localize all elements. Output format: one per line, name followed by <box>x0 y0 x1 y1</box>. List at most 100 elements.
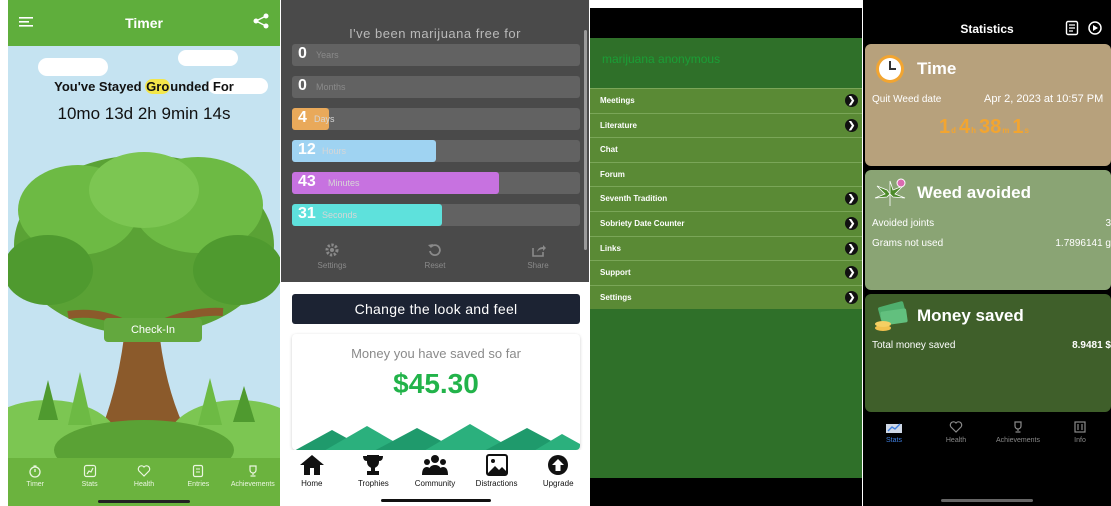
ma-menu-list: Meetings ❯ Literature ❯ Chat Forum Seventh… <box>590 88 862 310</box>
menu-item-chat[interactable]: Chat <box>590 137 862 162</box>
avoided-joints-value: 3 <box>1105 218 1111 229</box>
days-unit: d <box>951 126 957 135</box>
menu-item-literature[interactable]: Literature ❯ <box>590 112 862 138</box>
tab-home[interactable]: Home <box>281 450 343 506</box>
share-icon <box>532 245 546 257</box>
weed-card-title: Weed avoided <box>917 183 1031 202</box>
total-money-value: 8.9481 $ <box>1072 340 1111 351</box>
hours-bar: 12 Hours <box>292 140 580 162</box>
tab-trophies[interactable]: Trophies <box>343 450 405 506</box>
clock-icon <box>876 55 904 83</box>
menu-item-label: Settings <box>600 292 632 302</box>
free-for-title: I've been marijuana free for <box>349 26 521 41</box>
time-card-title: Time <box>917 59 957 78</box>
settings-control[interactable]: Settings <box>297 242 367 270</box>
months-bar: 0 Months <box>292 76 580 98</box>
trophy-icon <box>1014 421 1022 433</box>
tab-distractions[interactable]: Distractions <box>466 450 528 506</box>
reset-label: Reset <box>424 261 446 270</box>
settings-gear-icon[interactable] <box>1087 20 1103 36</box>
money-card-title: Money saved <box>917 306 1024 325</box>
heart-icon <box>137 465 151 477</box>
minutes-digit: 38 <box>979 116 1002 138</box>
scrollbar[interactable] <box>584 30 587 250</box>
hours-digit: 4 <box>959 116 971 138</box>
cloud-decoration <box>178 50 238 66</box>
menu-item-label: Chat <box>600 145 618 155</box>
free-tab-bar: Home Trophies Community Distractions Upg… <box>281 450 589 506</box>
tab-entries[interactable]: Entries <box>171 458 225 506</box>
menu-item-seventh-tradition[interactable]: Seventh Tradition ❯ <box>590 186 862 211</box>
time-elapsed-digits: 1d 4h 38m 1s <box>939 116 1032 139</box>
share-icon[interactable] <box>252 12 270 30</box>
menu-item-label: Links <box>600 243 621 253</box>
info-icon <box>1074 421 1086 433</box>
years-value: 0 <box>298 45 307 62</box>
tab-achievements[interactable]: Achievements <box>226 458 280 506</box>
headline-text-post: unded For <box>170 79 234 94</box>
tab-timer[interactable]: Timer <box>8 458 62 506</box>
total-money-label: Total money saved <box>872 340 956 351</box>
menu-item-label: Seventh Tradition <box>600 194 668 204</box>
tab-label: Community <box>414 479 456 488</box>
days-unit: Days <box>314 114 335 124</box>
tab-info[interactable]: Info <box>1049 418 1111 458</box>
minutes-unit: m <box>1002 126 1010 135</box>
timer-screen: Timer You've Stayed Grounded For 10mo 13… <box>8 0 280 506</box>
headline-text-pre: You've Stayed <box>54 79 146 94</box>
seconds-digit: 1 <box>1012 116 1024 138</box>
share-control[interactable]: Share <box>503 242 573 270</box>
menu-item-label: Meetings <box>600 96 635 105</box>
tab-label: Trophies <box>357 479 389 488</box>
timer-top-bar: Timer <box>8 0 280 46</box>
menu-item-sobriety-date-counter[interactable]: Sobriety Date Counter ❯ <box>590 210 862 236</box>
tab-stats[interactable]: Stats <box>62 458 116 506</box>
tab-achievements[interactable]: Achievements <box>987 418 1049 458</box>
menu-item-settings[interactable]: Settings ❯ <box>590 284 862 310</box>
journal-icon <box>193 464 204 478</box>
tab-label: Timer <box>26 481 45 488</box>
tab-community[interactable]: Community <box>404 450 466 506</box>
change-look-button[interactable]: Change the look and feel <box>292 294 580 324</box>
reset-control[interactable]: Reset <box>400 242 470 270</box>
tab-label: Achievements <box>996 437 1040 444</box>
menu-item-support[interactable]: Support ❯ <box>590 260 862 285</box>
weed-avoided-card: Weed avoided Avoided joints 3 Grams not … <box>865 170 1111 290</box>
menu-item-label: Forum <box>600 169 625 179</box>
menu-item-label: Support <box>600 268 631 278</box>
menu-item-meetings[interactable]: Meetings ❯ <box>590 88 862 113</box>
menu-item-links[interactable]: Links ❯ <box>590 235 862 261</box>
progress-section: I've been marijuana free for 0 Years 0 M… <box>281 0 589 282</box>
avoided-joints-label: Avoided joints <box>872 218 935 229</box>
trophy-icon <box>249 465 257 477</box>
tab-label: Home <box>301 479 323 488</box>
heart-icon <box>949 421 963 433</box>
stopwatch-icon <box>29 465 41 478</box>
tab-health[interactable]: Health <box>925 418 987 458</box>
stats-tab-bar: Stats Health Achievements Info <box>863 418 1111 458</box>
settings-label: Settings <box>317 261 347 270</box>
tab-label: Entries <box>187 481 210 488</box>
top-strip <box>590 0 862 8</box>
document-icon[interactable] <box>1065 20 1079 36</box>
years-bar: 0 Years <box>292 44 580 66</box>
tab-stats[interactable]: Stats <box>863 418 925 458</box>
tab-upgrade[interactable]: Upgrade <box>527 450 589 506</box>
check-in-button[interactable]: Check-In <box>104 318 202 342</box>
community-icon <box>421 455 448 475</box>
tab-health[interactable]: Health <box>117 458 171 506</box>
hours-value: 12 <box>298 141 316 158</box>
years-unit: Years <box>316 50 339 60</box>
tab-label: Health <box>133 481 155 488</box>
money-saved-label: Money you have saved so far <box>351 346 521 361</box>
grams-not-used-value: 1.7896141 g <box>1055 238 1111 249</box>
minutes-value: 43 <box>298 173 316 190</box>
home-indicator <box>98 500 190 503</box>
menu-item-label: Sobriety Date Counter <box>600 218 685 228</box>
money-saved-card: Money you have saved so far $45.30 <box>292 334 580 450</box>
menu-item-forum[interactable]: Forum <box>590 161 862 187</box>
arrow-right-icon: ❯ <box>845 94 858 107</box>
status-bar <box>590 8 862 38</box>
chart-icon <box>83 464 96 478</box>
months-value: 0 <box>298 77 307 94</box>
